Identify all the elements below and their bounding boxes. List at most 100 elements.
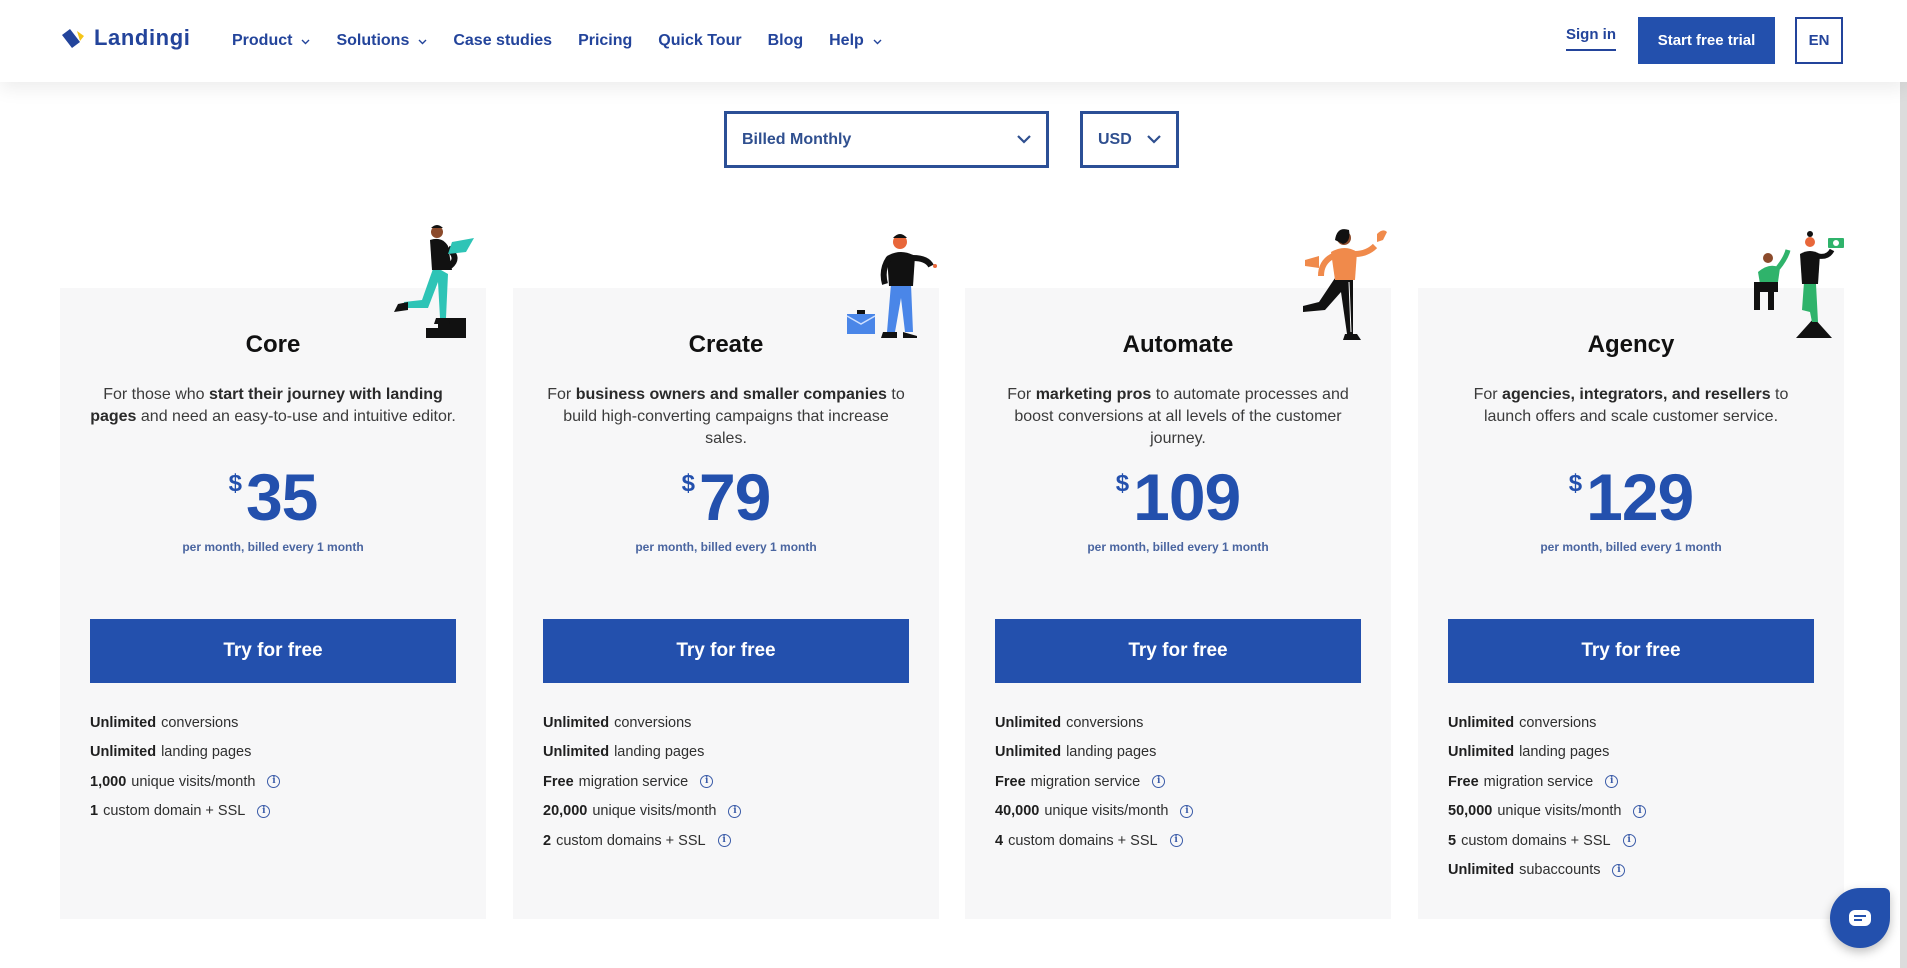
feature-item: Unlimited conversions — [995, 708, 1193, 738]
nav-pricing[interactable]: Pricing — [578, 32, 632, 50]
main-nav: Product Solutions Case studies Pricing Q… — [232, 0, 908, 82]
desc-text: For those who — [103, 386, 210, 403]
feature-bold: Free — [995, 773, 1026, 790]
billing-period-value: Billed Monthly — [742, 130, 852, 148]
try-for-free-button[interactable]: Try for free — [1448, 619, 1814, 683]
info-icon[interactable]: i — [1612, 863, 1626, 877]
info-icon[interactable]: i — [717, 834, 731, 848]
feature-text: landing pages — [1066, 744, 1157, 761]
feature-text: custom domains + SSL — [1461, 832, 1611, 849]
feature-item: 50,000 unique visits/month i — [1448, 797, 1647, 827]
language-selector[interactable]: EN — [1795, 17, 1843, 64]
info-icon[interactable]: i — [1180, 804, 1194, 818]
nav-help[interactable]: Help — [829, 32, 882, 50]
landingi-logo-icon — [62, 29, 84, 48]
feature-text: conversions — [1066, 714, 1144, 731]
nav-quick-tour[interactable]: Quick Tour — [658, 32, 741, 50]
chevron-down-icon — [873, 32, 882, 50]
feature-bold: Unlimited — [543, 714, 610, 731]
feature-bold: Unlimited — [995, 714, 1062, 731]
feature-bold: Unlimited — [90, 744, 157, 761]
feature-text: migration service — [1483, 773, 1594, 790]
try-for-free-button[interactable]: Try for free — [90, 619, 456, 683]
feature-item: Unlimited conversions — [90, 708, 280, 738]
info-icon[interactable]: i — [700, 775, 714, 789]
feature-text: custom domains + SSL — [556, 832, 706, 849]
feature-item: Unlimited subaccounts i — [1448, 856, 1646, 886]
feature-list: Unlimited conversions Unlimited landing pa… — [90, 708, 281, 826]
plan-card-agency: Agency For agencies, integrators, and re… — [1418, 231, 1844, 919]
sign-in-link[interactable]: Sign in — [1566, 26, 1616, 51]
plan-name: Create — [688, 331, 764, 358]
info-icon[interactable]: i — [728, 804, 742, 818]
info-icon[interactable]: i — [1169, 834, 1183, 848]
price-amount: 109 — [1133, 460, 1241, 534]
logo[interactable]: Landingi — [60, 25, 190, 51]
info-icon[interactable]: i — [1152, 775, 1166, 789]
feature-text: unique visits/month — [1497, 803, 1622, 820]
billing-period-select[interactable]: Billed Monthly — [724, 111, 1049, 168]
plan-card-create: Create For business owners and smaller c… — [513, 234, 939, 919]
nav-product[interactable]: Product — [232, 32, 310, 50]
feature-text: unique visits/month — [592, 803, 717, 820]
site-header: Landingi Product Solutions Case studies … — [0, 0, 1907, 82]
feature-text: conversions — [161, 714, 239, 731]
feature-item: 20,000 unique visits/month i — [543, 797, 742, 827]
feature-item: Unlimited landing pages — [995, 738, 1193, 768]
feature-bold: 40,000 — [995, 803, 1040, 820]
feature-text: migration service — [1030, 773, 1141, 790]
nav-label: Product — [232, 32, 293, 49]
chat-bubble-icon — [1849, 910, 1871, 926]
desc-text: For — [1473, 386, 1503, 403]
feature-bold: Unlimited — [543, 744, 610, 761]
feature-text: landing pages — [1519, 744, 1610, 761]
plan-name: Agency — [1587, 331, 1675, 358]
person-with-megaphone-illustration — [1303, 229, 1387, 340]
plan-description: For marketing pros to automate processes… — [995, 384, 1361, 450]
feature-bold: Free — [543, 773, 574, 790]
info-icon[interactable]: i — [1622, 834, 1636, 848]
feature-item: 40,000 unique visits/month i — [995, 797, 1194, 827]
nav-solutions[interactable]: Solutions — [336, 32, 427, 50]
feature-bold: Unlimited — [1448, 744, 1515, 761]
feature-bold: 1 — [90, 803, 99, 820]
desc-text: For — [547, 386, 576, 403]
two-people-with-camera-illustration — [1754, 231, 1844, 338]
currency-symbol: $ — [228, 470, 242, 497]
currency-select[interactable]: USD — [1080, 111, 1179, 168]
plan-description: For agencies, integrators, and resellers… — [1448, 384, 1814, 428]
nav-blog[interactable]: Blog — [768, 32, 804, 50]
feature-text: conversions — [614, 714, 692, 731]
feature-item: Unlimited conversions — [1448, 708, 1646, 738]
plan-description: For those who start their journey with l… — [90, 384, 456, 428]
currency-symbol: $ — [681, 470, 695, 497]
billing-period-note: per month, billed every 1 month — [1540, 540, 1722, 554]
chat-widget-button[interactable] — [1830, 888, 1890, 948]
info-icon[interactable]: i — [267, 775, 281, 789]
chevron-down-icon — [301, 32, 310, 50]
feature-bold: Unlimited — [995, 744, 1062, 761]
feature-bold: 2 — [543, 832, 552, 849]
info-icon[interactable]: i — [1605, 775, 1619, 789]
billing-period-note: per month, billed every 1 month — [182, 540, 364, 554]
feature-item: Unlimited landing pages — [90, 738, 280, 768]
feature-item: Unlimited conversions — [543, 708, 741, 738]
desc-text: For — [1007, 386, 1036, 403]
desc-text: and need an easy-to-use and intuitive ed… — [136, 408, 456, 425]
scrollbar-thumb[interactable] — [1900, 52, 1907, 968]
chevron-down-icon — [1146, 131, 1162, 149]
feature-item: Unlimited landing pages — [543, 738, 741, 768]
feature-bold: Free — [1448, 773, 1479, 790]
feature-bold: Unlimited — [90, 714, 157, 731]
try-for-free-button[interactable]: Try for free — [995, 619, 1361, 683]
plan-card-automate: Automate For marketing pros to automate … — [965, 229, 1391, 919]
plan-description: For business owners and smaller companie… — [543, 384, 909, 450]
try-for-free-button[interactable]: Try for free — [543, 619, 909, 683]
nav-case-studies[interactable]: Case studies — [453, 32, 552, 50]
feature-bold: 50,000 — [1448, 803, 1493, 820]
info-icon[interactable]: i — [1633, 804, 1647, 818]
feature-text: migration service — [578, 773, 689, 790]
start-free-trial-button[interactable]: Start free trial — [1638, 17, 1775, 64]
info-icon[interactable]: i — [257, 804, 271, 818]
price-amount: 35 — [245, 460, 318, 534]
